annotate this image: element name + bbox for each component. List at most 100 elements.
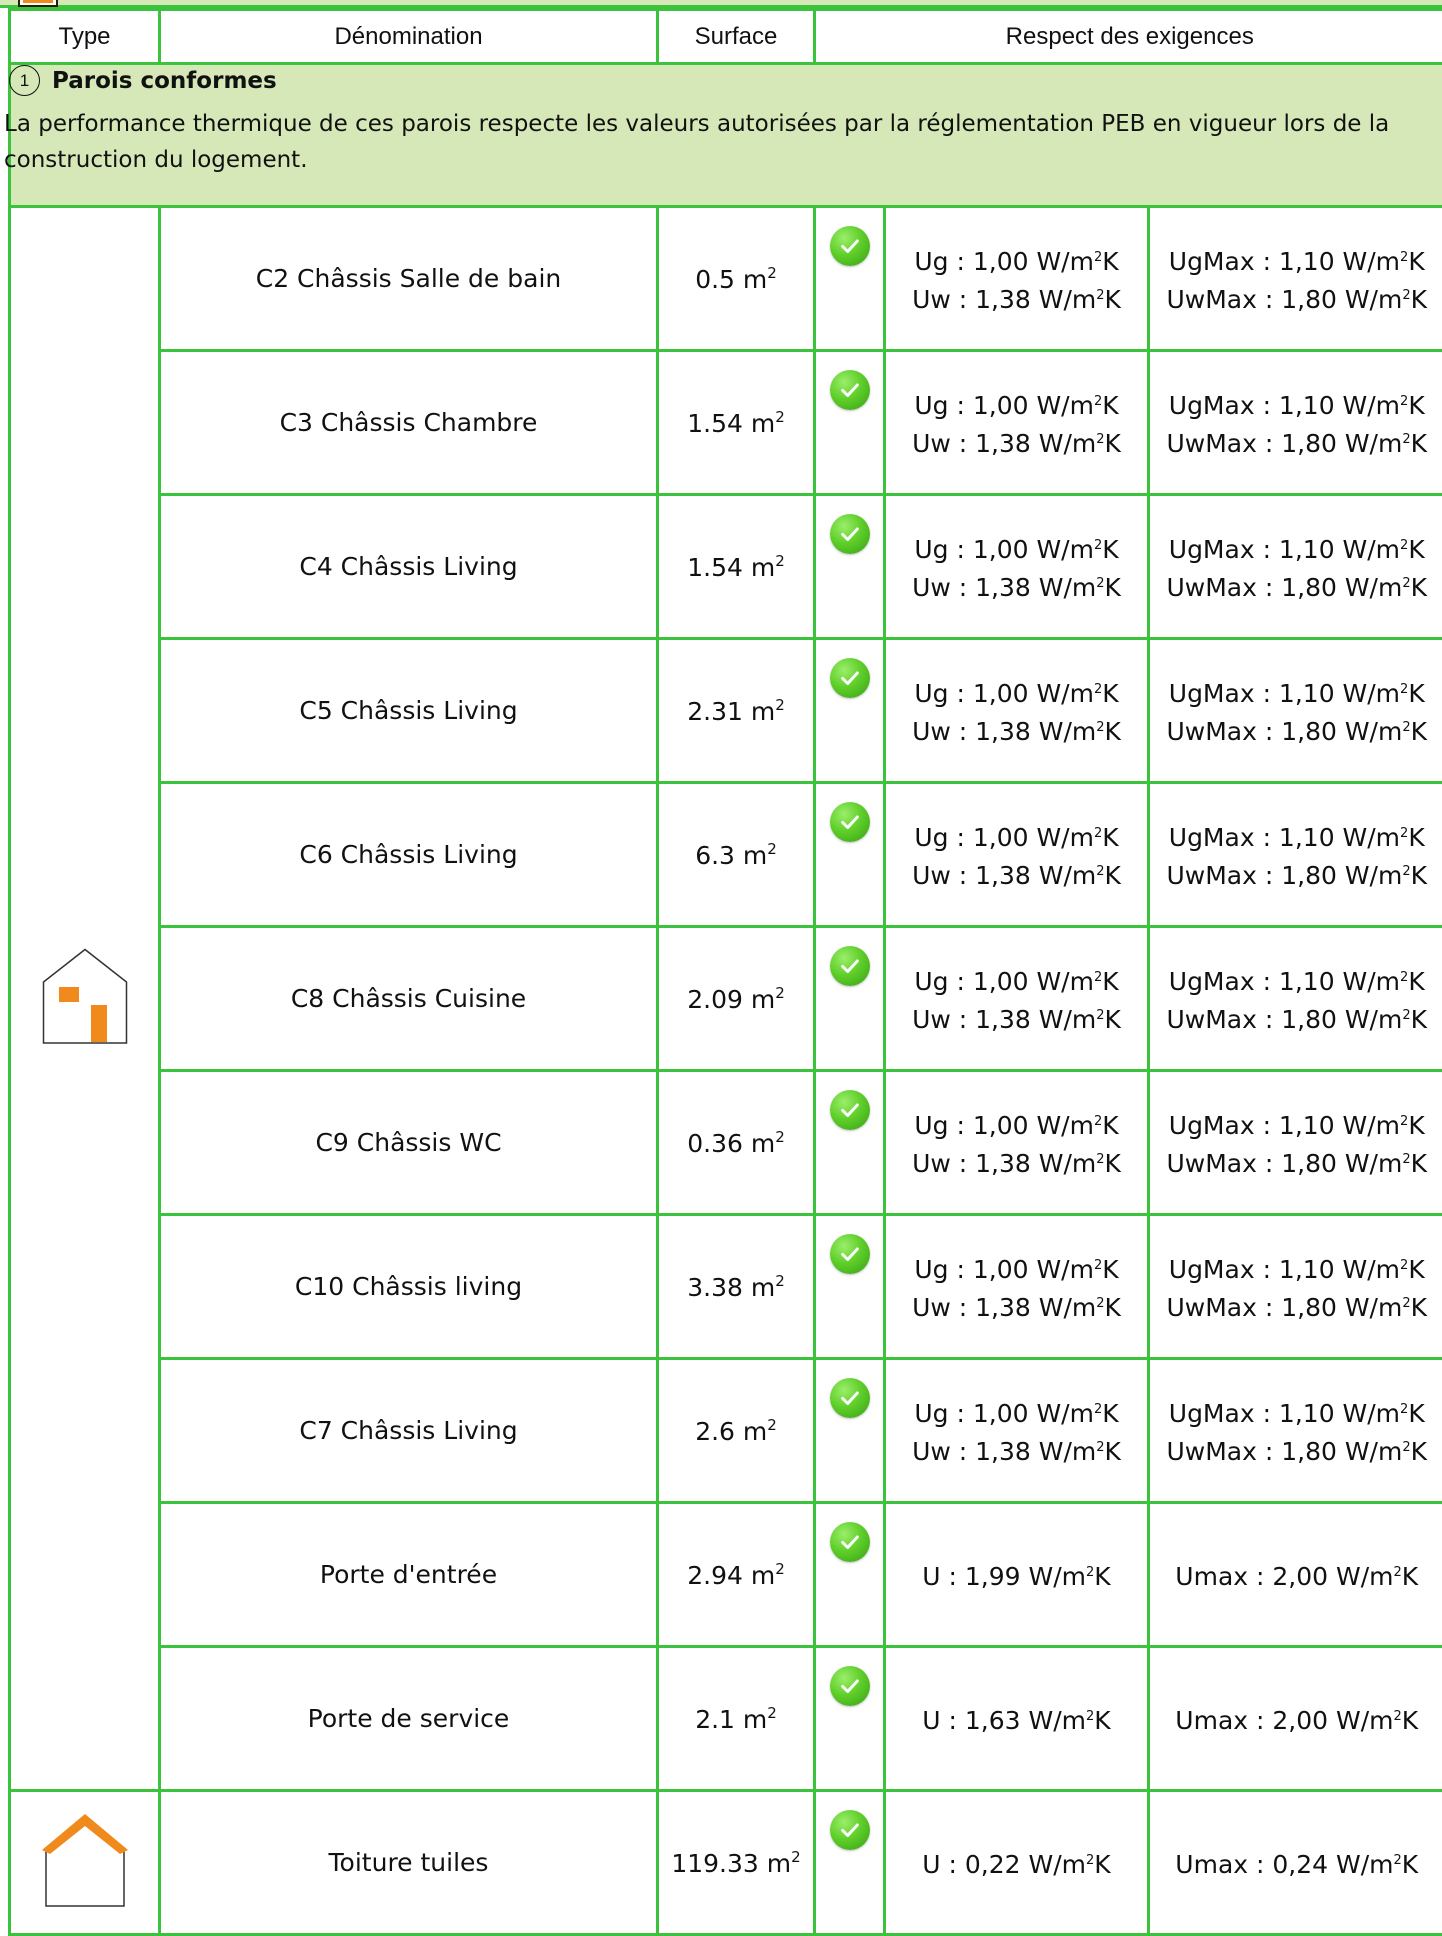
surface-cell: 1.54 m2 [658,351,815,495]
denomination-cell: C4 Châssis Living [160,495,658,639]
section-row: 1 Parois conformes La performance thermi… [10,64,1442,207]
max-value: UgMax : 1,10 W/m2K [1150,529,1442,567]
top-band [0,0,1442,8]
measured-value: Uw : 1,38 W/m2K [886,1287,1147,1325]
max-value: UgMax : 1,10 W/m2K [1150,385,1442,423]
green-check-icon [830,1378,870,1418]
green-check-icon [830,1810,870,1850]
table-row: C2 Châssis Salle de bain0.5 m2 Ug : 1,00 … [10,207,1442,351]
measured-value: U : 1,99 W/m2K [886,1556,1147,1594]
max-value: UwMax : 1,80 W/m2K [1150,279,1442,317]
status-cell [815,927,885,1071]
denomination-cell: C8 Châssis Cuisine [160,927,658,1071]
surface-value: 1.54 m [687,553,775,582]
table-row: Porte d'entrée2.94 m2U : 1,99 W/m2KUmax … [10,1503,1442,1647]
status-cell [815,1359,885,1503]
header-surface: Surface [658,10,815,64]
max-value: UwMax : 1,80 W/m2K [1150,855,1442,893]
surface-value: 1.54 m [687,409,775,438]
measured-value: Ug : 1,00 W/m2K [886,1105,1147,1143]
denomination-cell: C10 Châssis living [160,1215,658,1359]
green-check-icon [830,370,870,410]
max-values-cell: UgMax : 1,10 W/m2KUwMax : 1,80 W/m2K [1149,1071,1442,1215]
status-cell [815,207,885,351]
green-check-icon [830,514,870,554]
max-value: UwMax : 1,80 W/m2K [1150,1287,1442,1325]
measured-value: Ug : 1,00 W/m2K [886,241,1147,279]
max-values-cell: Umax : 0,24 W/m2K [1149,1791,1442,1935]
measured-values-cell: Ug : 1,00 W/m2KUw : 1,38 W/m2K [885,1215,1149,1359]
surface-cell: 2.1 m2 [658,1647,815,1791]
measured-value: Ug : 1,00 W/m2K [886,673,1147,711]
measured-value: Uw : 1,38 W/m2K [886,279,1147,317]
type-cell [10,1791,160,1935]
status-cell [815,1503,885,1647]
status-cell [815,1071,885,1215]
surface-unit-exponent: 2 [775,1560,785,1578]
table-row: Toiture tuiles119.33 m2U : 0,22 W/m2KUma… [10,1791,1442,1935]
surface-value: 119.33 m [671,1849,791,1878]
status-cell [815,351,885,495]
surface-cell: 6.3 m2 [658,783,815,927]
green-check-icon [830,802,870,842]
measured-value: Uw : 1,38 W/m2K [886,999,1147,1037]
status-cell [815,1215,885,1359]
max-value: UwMax : 1,80 W/m2K [1150,1143,1442,1181]
table-row: Porte de service2.1 m2 U : 1,63 W/m2KUmax… [10,1647,1442,1791]
denomination-cell: C5 Châssis Living [160,639,658,783]
green-check-icon [830,946,870,986]
measured-value: U : 1,63 W/m2K [886,1700,1147,1738]
measured-values-cell: Ug : 1,00 W/m2KUw : 1,38 W/m2K [885,495,1149,639]
section-description: La performance thermique de ces parois r… [4,106,1442,178]
max-values-cell: UgMax : 1,10 W/m2KUwMax : 1,80 W/m2K [1149,1215,1442,1359]
denomination-cell: Toiture tuiles [160,1791,658,1935]
surface-unit-exponent: 2 [791,1848,801,1866]
denomination-cell: Porte de service [160,1647,658,1791]
measured-values-cell: Ug : 1,00 W/m2KUw : 1,38 W/m2K [885,639,1149,783]
max-values-cell: UgMax : 1,10 W/m2KUwMax : 1,80 W/m2K [1149,639,1442,783]
measured-value: Uw : 1,38 W/m2K [886,711,1147,749]
max-values-cell: UgMax : 1,10 W/m2KUwMax : 1,80 W/m2K [1149,783,1442,927]
max-value: Umax : 2,00 W/m2K [1150,1700,1442,1738]
surface-value: 2.94 m [687,1561,775,1590]
section-number: 1 [9,65,40,96]
surface-unit-exponent: 2 [767,840,777,858]
surface-value: 0.36 m [687,1129,775,1158]
previous-section-icon [18,0,58,7]
surface-unit-exponent: 2 [767,1704,777,1722]
surface-cell: 1.54 m2 [658,495,815,639]
surface-cell: 0.5 m2 [658,207,815,351]
denomination-cell: Porte d'entrée [160,1503,658,1647]
table-row: C9 Châssis WC0.36 m2Ug : 1,00 W/m2KUw : … [10,1071,1442,1215]
surface-value: 3.38 m [687,1273,775,1302]
max-values-cell: Umax : 2,00 W/m2K [1149,1503,1442,1647]
surface-cell: 2.94 m2 [658,1503,815,1647]
max-values-cell: UgMax : 1,10 W/m2KUwMax : 1,80 W/m2K [1149,927,1442,1071]
max-values-cell: UgMax : 1,10 W/m2KUwMax : 1,80 W/m2K [1149,1359,1442,1503]
max-value: UgMax : 1,10 W/m2K [1150,961,1442,999]
green-check-icon [830,1666,870,1706]
status-cell [815,639,885,783]
denomination-cell: C3 Châssis Chambre [160,351,658,495]
header-respect: Respect des exigences [815,10,1442,64]
max-value: UgMax : 1,10 W/m2K [1150,1393,1442,1431]
denomination-cell: C2 Châssis Salle de bain [160,207,658,351]
measured-value: Ug : 1,00 W/m2K [886,1249,1147,1287]
max-values-cell: UgMax : 1,10 W/m2KUwMax : 1,80 W/m2K [1149,351,1442,495]
measured-value: Ug : 1,00 W/m2K [886,961,1147,999]
measured-values-cell: Ug : 1,00 W/m2KUw : 1,38 W/m2K [885,1359,1149,1503]
surface-value: 2.09 m [687,985,775,1014]
table-row: C6 Châssis Living6.3 m2Ug : 1,00 W/m2KUw… [10,783,1442,927]
status-cell [815,783,885,927]
measured-value: Uw : 1,38 W/m2K [886,855,1147,893]
green-check-icon [830,226,870,266]
house-roof-icon [42,1812,128,1914]
surface-unit-exponent: 2 [767,1416,777,1434]
table-row: C3 Châssis Chambre1.54 m2Ug : 1,00 W/m2K… [10,351,1442,495]
measured-value: Ug : 1,00 W/m2K [886,1393,1147,1431]
measured-values-cell: Ug : 1,00 W/m2KUw : 1,38 W/m2K [885,783,1149,927]
surface-value: 2.6 m [695,1417,767,1446]
measured-values-cell: Ug : 1,00 W/m2KUw : 1,38 W/m2K [885,1071,1149,1215]
measured-value: Ug : 1,00 W/m2K [886,817,1147,855]
surface-unit-exponent: 2 [775,984,785,1002]
